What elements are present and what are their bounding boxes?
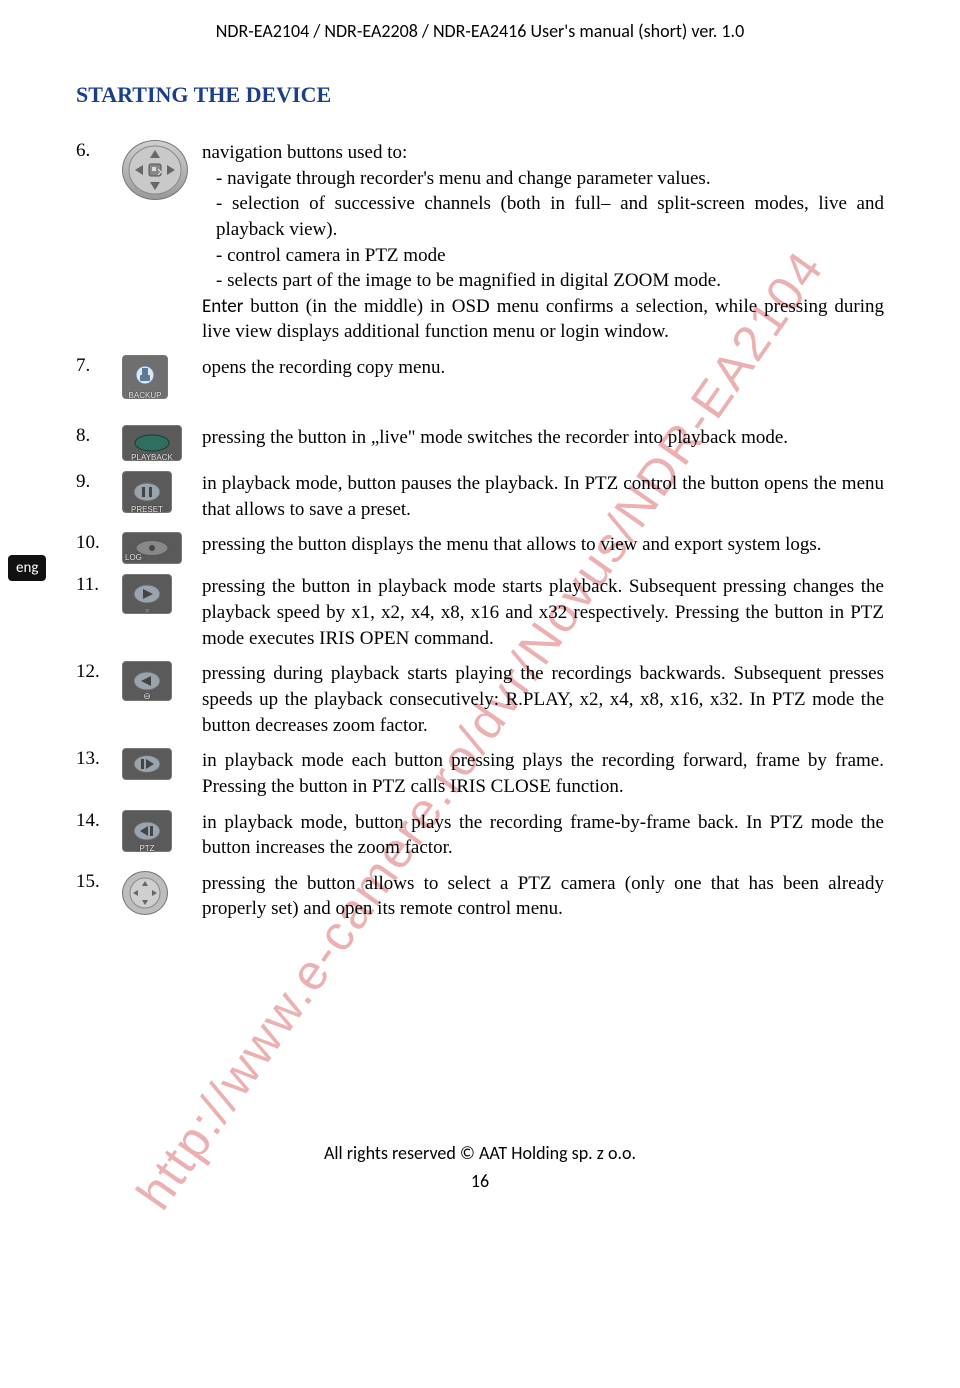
ptz-select-icon bbox=[122, 871, 168, 915]
item-row: 12. ⊖ pressing during playback starts pl… bbox=[76, 661, 884, 738]
item-number: 10. bbox=[76, 532, 122, 554]
icon-label: BACKUP bbox=[123, 391, 167, 400]
icon-label: PRESET bbox=[123, 505, 171, 514]
item-row: 8. PLAYBACK pressing the button in „live… bbox=[76, 425, 884, 461]
item-row: 9. PRESET in playback mode, button pause… bbox=[76, 471, 884, 522]
item-row: 10. LOG pressing the button displays the… bbox=[76, 532, 884, 564]
item-desc: pressing the button displays the menu th… bbox=[202, 532, 884, 558]
section-title: STARTING THE DEVICE bbox=[76, 82, 884, 108]
frame-forward-icon bbox=[122, 748, 172, 780]
item-desc: in playback mode each button pressing pl… bbox=[202, 748, 884, 799]
item-row: 13. in playback mode each button pressin… bbox=[76, 748, 884, 799]
footer-copyright: All rights reserved © AAT Holding sp. z … bbox=[76, 1142, 884, 1164]
item-desc: opens the recording copy menu. bbox=[202, 355, 884, 381]
item-desc: pressing the button allows to select a P… bbox=[202, 871, 884, 922]
playback-icon: PLAYBACK bbox=[122, 425, 182, 461]
item-desc: pressing the button in playback mode sta… bbox=[202, 574, 884, 651]
item-desc: pressing the button in „live" mode switc… bbox=[202, 425, 884, 451]
item-desc: in playback mode, button plays the recor… bbox=[202, 810, 884, 861]
item-number: 15. bbox=[76, 871, 122, 893]
item6-line4: - selects part of the image to be magnif… bbox=[202, 268, 884, 294]
backup-icon: BACKUP bbox=[122, 355, 168, 399]
item6-line2: - selection of successive channels (both… bbox=[202, 191, 884, 242]
item6-line1: - navigate through recorder's menu and c… bbox=[202, 166, 884, 192]
item-number: 11. bbox=[76, 574, 122, 596]
play-reverse-icon: ⊖ bbox=[122, 661, 172, 701]
item-row: 6. navigation buttons used to: - navigat… bbox=[76, 140, 884, 345]
item-desc: in playback mode, button pauses the play… bbox=[202, 471, 884, 522]
page-header: NDR-EA2104 / NDR-EA2208 / NDR-EA2416 Use… bbox=[76, 20, 884, 42]
icon-label: LOG bbox=[125, 553, 142, 562]
page-number: 16 bbox=[76, 1170, 884, 1192]
item-desc: pressing during playback starts playing … bbox=[202, 661, 884, 738]
item-number: 14. bbox=[76, 810, 122, 832]
item6-line0: navigation buttons used to: bbox=[202, 140, 884, 166]
item6-enter: Enter Enter button (in the middle) in OS… bbox=[202, 294, 884, 345]
icon-label: PLAYBACK bbox=[123, 453, 181, 462]
pause-preset-icon: PRESET bbox=[122, 471, 172, 513]
frame-back-ptz-icon: PTZ bbox=[122, 810, 172, 852]
item-row: 11. ▫ pressing the button in playback mo… bbox=[76, 574, 884, 651]
item-number: 12. bbox=[76, 661, 122, 683]
language-tab: eng bbox=[8, 555, 46, 581]
icon-label: PTZ bbox=[123, 844, 171, 853]
item6-line3: - control camera in PTZ mode bbox=[202, 243, 884, 269]
item-row: 7. BACKUP opens the recording copy menu. bbox=[76, 355, 884, 399]
play-forward-icon: ▫ bbox=[122, 574, 172, 614]
dpad-icon bbox=[122, 140, 188, 200]
item-row: 14. PTZ in playback mode, button plays t… bbox=[76, 810, 884, 861]
item-row: 15. pressing the button allows to select… bbox=[76, 871, 884, 922]
item-number: 6. bbox=[76, 140, 122, 162]
item-number: 8. bbox=[76, 425, 122, 447]
log-icon: LOG bbox=[122, 532, 182, 564]
item-number: 7. bbox=[76, 355, 122, 377]
item-number: 9. bbox=[76, 471, 122, 493]
item-number: 13. bbox=[76, 748, 122, 770]
